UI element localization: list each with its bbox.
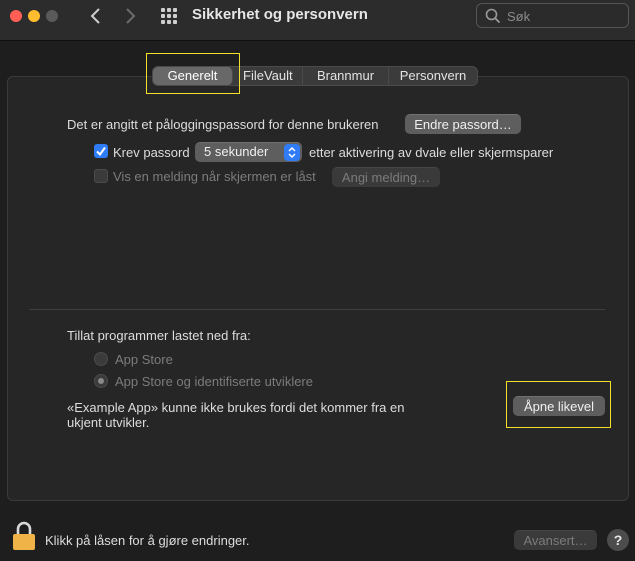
change-password-button[interactable]: Endre passord… <box>405 114 521 134</box>
radio-app-store[interactable] <box>94 352 108 366</box>
radio-app-store-label: App Store <box>115 352 173 367</box>
tab-generelt[interactable]: Generelt <box>153 67 233 85</box>
show-message-label: Vis en melding når skjermen er låst <box>113 169 316 184</box>
search-icon <box>485 8 501 24</box>
open-anyway-button[interactable]: Åpne likevel <box>513 396 605 416</box>
require-password-checkbox[interactable] <box>94 144 108 158</box>
select-arrows-icon <box>284 144 300 161</box>
forward-button[interactable] <box>118 5 142 27</box>
tab-filevault[interactable]: FileVault <box>233 67 303 85</box>
show-all-button[interactable] <box>160 7 178 25</box>
search-input[interactable] <box>507 7 622 25</box>
require-password-suffix: etter aktivering av dvale eller skjermsp… <box>309 145 554 160</box>
tab-bar: Generelt FileVault Brannmur Personvern <box>152 66 478 86</box>
blocked-app-message-line2: ukjent utvikler. <box>67 415 150 430</box>
password-set-text: Det er angitt et påloggingspassord for d… <box>67 117 379 132</box>
window-title: Sikkerhet og personvern <box>192 6 368 23</box>
checkmark-icon <box>96 146 106 157</box>
radio-app-store-identified-label: App Store og identifiserte utviklere <box>115 374 313 389</box>
blocked-app-message: «Example App» kunne ikke brukes fordi de… <box>67 400 405 415</box>
allow-apps-heading: Tillat programmer lastet ned fra: <box>67 328 251 343</box>
help-button[interactable]: ? <box>607 529 629 551</box>
chevron-right-icon <box>126 8 136 24</box>
section-divider <box>29 309 605 310</box>
show-message-checkbox[interactable] <box>94 169 108 183</box>
password-delay-select[interactable]: 5 sekunder <box>195 142 302 162</box>
grid-icon <box>161 8 177 24</box>
content-panel <box>7 76 629 501</box>
radio-app-store-identified[interactable] <box>94 374 108 388</box>
zoom-window-button[interactable] <box>46 10 58 22</box>
close-window-button[interactable] <box>10 10 22 22</box>
set-message-button[interactable]: Angi melding… <box>332 167 440 187</box>
lock-button[interactable] <box>11 521 37 551</box>
advanced-button[interactable]: Avansert… <box>514 530 597 550</box>
chevron-left-icon <box>90 8 100 24</box>
lock-icon <box>13 521 35 550</box>
minimize-window-button[interactable] <box>28 10 40 22</box>
require-password-label: Krev passord <box>113 145 190 160</box>
tab-personvern[interactable]: Personvern <box>389 67 477 85</box>
back-button[interactable] <box>84 5 108 27</box>
tab-brannmur[interactable]: Brannmur <box>303 67 389 85</box>
search-field[interactable] <box>476 3 629 28</box>
lock-hint-text: Klikk på låsen for å gjøre endringer. <box>45 533 250 548</box>
title-bar: Sikkerhet og personvern <box>0 0 635 41</box>
password-delay-value: 5 sekunder <box>204 144 269 159</box>
